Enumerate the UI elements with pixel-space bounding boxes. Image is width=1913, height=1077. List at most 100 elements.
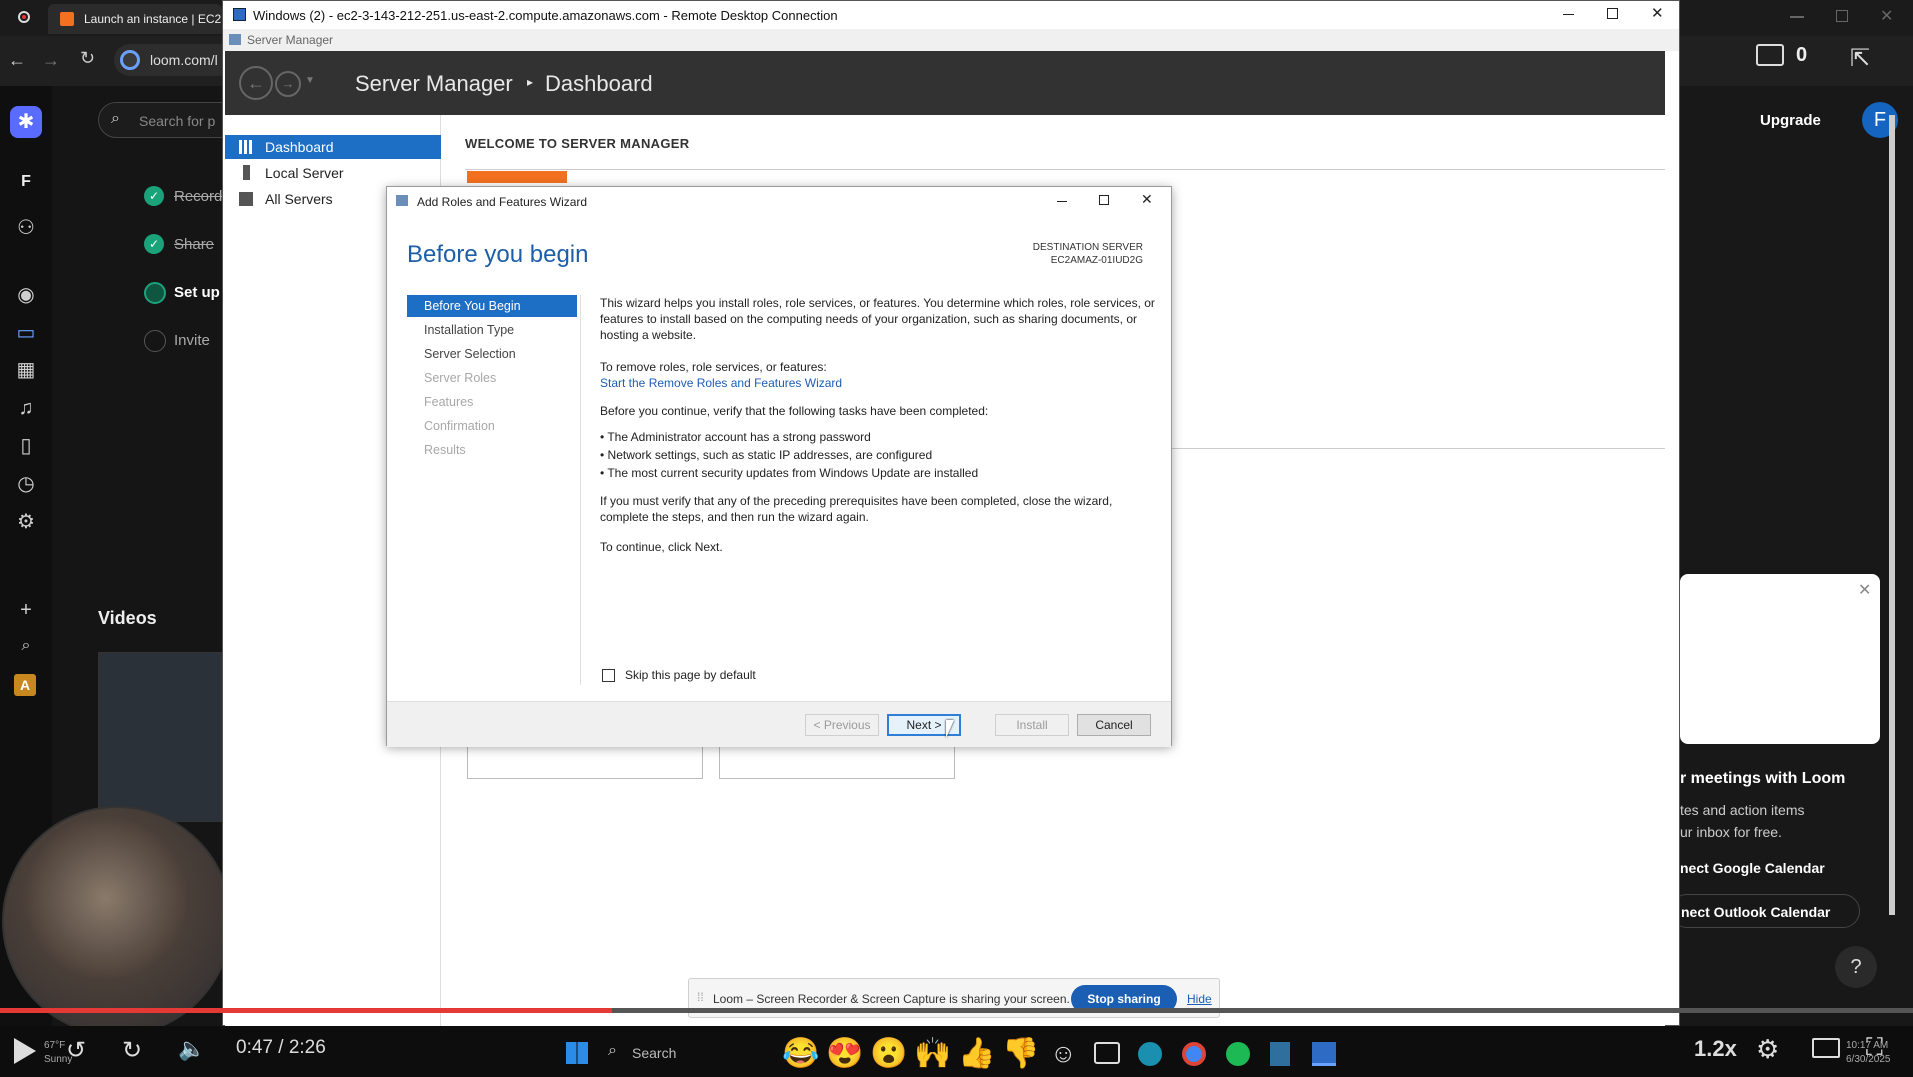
spotify-icon[interactable] (1226, 1042, 1250, 1066)
emoji-heart-eyes-icon[interactable]: 😍 (826, 1036, 863, 1071)
emoji-thumbs-down-icon[interactable]: 👎 (1002, 1036, 1039, 1071)
windows-start-icon[interactable] (566, 1042, 588, 1064)
hide-link[interactable]: Hide (1187, 992, 1212, 1006)
checklist-item-share[interactable]: Share (174, 236, 214, 253)
server-manager-app-icon (229, 34, 241, 45)
destination-server-label: DESTINATION SERVER (1032, 242, 1143, 253)
emoji-thumbs-up-icon[interactable]: 👍 (958, 1036, 995, 1071)
chrome-icon[interactable] (1182, 1042, 1206, 1066)
playback-speed[interactable]: 1.2x (1694, 1036, 1737, 1062)
sm-history-dropdown-icon[interactable]: ▼ (305, 75, 315, 86)
forward-5-icon[interactable]: ↻ (122, 1036, 142, 1065)
tab-title: Launch an instance | EC2 | (84, 12, 228, 26)
skip-page-label[interactable]: Skip this page by default (625, 668, 756, 682)
server-manager-strip-title: Server Manager (247, 33, 334, 47)
dashboard-grid-icon (239, 140, 253, 154)
search-magnifier-icon: ⌕ (111, 110, 120, 127)
rdp-title: Windows (2) - ec2-3-143-212-251.us-east-… (253, 8, 838, 23)
edge-browser-icon[interactable] (1138, 1042, 1162, 1066)
step-installation-type[interactable]: Installation Type (407, 319, 577, 341)
nav-local-server-label: Local Server (265, 165, 344, 181)
volume-icon[interactable]: 🔈 (178, 1036, 205, 1062)
checklist-item-record[interactable]: Record (174, 188, 222, 205)
search-icon[interactable]: ⌕ (12, 632, 40, 660)
sm-back-icon[interactable]: ← (239, 66, 273, 100)
add-person-icon[interactable]: ⚇ (12, 214, 40, 242)
plus-icon[interactable]: + (12, 596, 40, 624)
prereq-bullet: • The most current security updates from… (600, 466, 979, 480)
dashboard-tile[interactable] (467, 743, 703, 779)
back-arrow-icon[interactable]: ← (8, 50, 26, 71)
step-server-selection[interactable]: Server Selection (407, 343, 577, 365)
player-settings-icon[interactable]: ⚙ (1756, 1034, 1779, 1065)
workspace-badge[interactable]: A (14, 674, 36, 696)
video-thumbnail[interactable] (98, 652, 222, 822)
server-icon (243, 165, 250, 180)
emoji-surprised-icon[interactable]: 😮 (870, 1036, 907, 1071)
wizard-titlebar: Add Roles and Features Wizard ✕ (387, 187, 1171, 215)
promo-close-icon[interactable]: ✕ (1858, 580, 1871, 600)
workspace-avatar[interactable]: F (14, 170, 38, 194)
library-icon[interactable]: ▭ (12, 319, 40, 347)
prereq-note-2: complete the steps, and then run the wiz… (600, 510, 869, 524)
destination-server-name: EC2AMAZ-01IUD2G (1050, 255, 1143, 266)
remove-roles-link[interactable]: Start the Remove Roles and Features Wiza… (600, 375, 842, 391)
upgrade-button[interactable]: Upgrade (1760, 112, 1821, 129)
browser-close-icon[interactable]: ✕ (1880, 6, 1893, 26)
connect-google-calendar[interactable]: nect Google Calendar (1680, 860, 1825, 876)
calculator-icon[interactable] (1270, 1042, 1290, 1066)
loom-logo-icon[interactable]: ✱ (10, 106, 42, 138)
taskbar-search-box[interactable]: ⌕ Search (602, 1038, 732, 1068)
nav-dashboard[interactable]: Dashboard (225, 135, 441, 159)
browser-minimize-icon[interactable] (1790, 16, 1804, 18)
open-external-icon[interactable]: ⇱ (1850, 44, 1870, 73)
quick-start-tile[interactable] (467, 171, 567, 183)
play-icon[interactable] (14, 1038, 36, 1064)
sm-scrollbar[interactable] (1889, 115, 1895, 915)
cancel-button[interactable]: Cancel (1077, 714, 1151, 736)
drag-handle-icon[interactable]: ⁞⁞ (697, 990, 704, 1004)
dashboard-tile[interactable] (719, 743, 955, 779)
connect-outlook-button[interactable]: nect Outlook Calendar (1670, 894, 1860, 928)
progress-fill (0, 1008, 613, 1013)
sm-forward-icon[interactable]: → (275, 71, 301, 97)
picture-in-picture-icon[interactable] (1812, 1038, 1840, 1058)
profile-icon[interactable]: ◉ (12, 281, 40, 309)
help-button[interactable]: ? (1835, 946, 1877, 988)
rdp-close-icon[interactable]: ✕ (1651, 4, 1664, 22)
skip-page-checkbox[interactable] (602, 669, 615, 682)
emoji-raised-hands-icon[interactable]: 🙌 (914, 1036, 951, 1071)
settings-gear-icon[interactable]: ⚙ (12, 508, 40, 536)
wizard-minimize-icon[interactable] (1057, 201, 1067, 202)
reload-icon[interactable]: ↻ (80, 48, 95, 69)
browser-tab[interactable]: Launch an instance | EC2 | (48, 4, 228, 34)
bell-icon[interactable]: ♫ (12, 394, 40, 422)
remove-label: To remove roles, role services, or featu… (600, 360, 827, 374)
address-bar[interactable]: loom.com/l (114, 44, 234, 76)
wizard-maximize-icon[interactable] (1099, 195, 1109, 205)
comments-icon[interactable] (1756, 44, 1784, 66)
rdp-maximize-icon[interactable] (1607, 8, 1618, 19)
loom-search-input[interactable]: ⌕ Search for p (98, 102, 238, 138)
loom-right-panel: Upgrade F ✕ r meetings with Loom tes and… (1670, 86, 1913, 1026)
playback-time: 0:47 / 2:26 (236, 1037, 326, 1058)
forward-arrow-icon[interactable]: → (42, 50, 60, 71)
rdp-minimize-icon[interactable] (1563, 14, 1574, 15)
calendar-icon[interactable]: ▦ (12, 356, 40, 384)
browser-maximize-icon[interactable] (1836, 10, 1848, 22)
comment-count: 0 (1796, 44, 1808, 66)
nav-local-server[interactable]: Local Server (225, 161, 441, 185)
progress-track[interactable] (0, 1008, 1913, 1013)
checklist-item-invite[interactable]: Invite (174, 332, 210, 349)
checklist-item-setup[interactable]: Set up (174, 284, 220, 301)
clock-icon[interactable]: ◷ (12, 470, 40, 498)
emoji-add-icon[interactable]: ☺ (1050, 1038, 1077, 1069)
previous-button[interactable]: < Previous (805, 714, 879, 736)
wizard-close-icon[interactable]: ✕ (1141, 191, 1153, 208)
bookmark-icon[interactable]: ▯ (12, 432, 40, 460)
remote-desktop-taskbar-icon[interactable] (1312, 1042, 1336, 1066)
comment-add-icon[interactable] (1094, 1042, 1120, 1064)
install-button[interactable]: Install (995, 714, 1069, 736)
step-before-you-begin[interactable]: Before You Begin (407, 295, 577, 317)
emoji-laugh-icon[interactable]: 😂 (782, 1036, 819, 1071)
